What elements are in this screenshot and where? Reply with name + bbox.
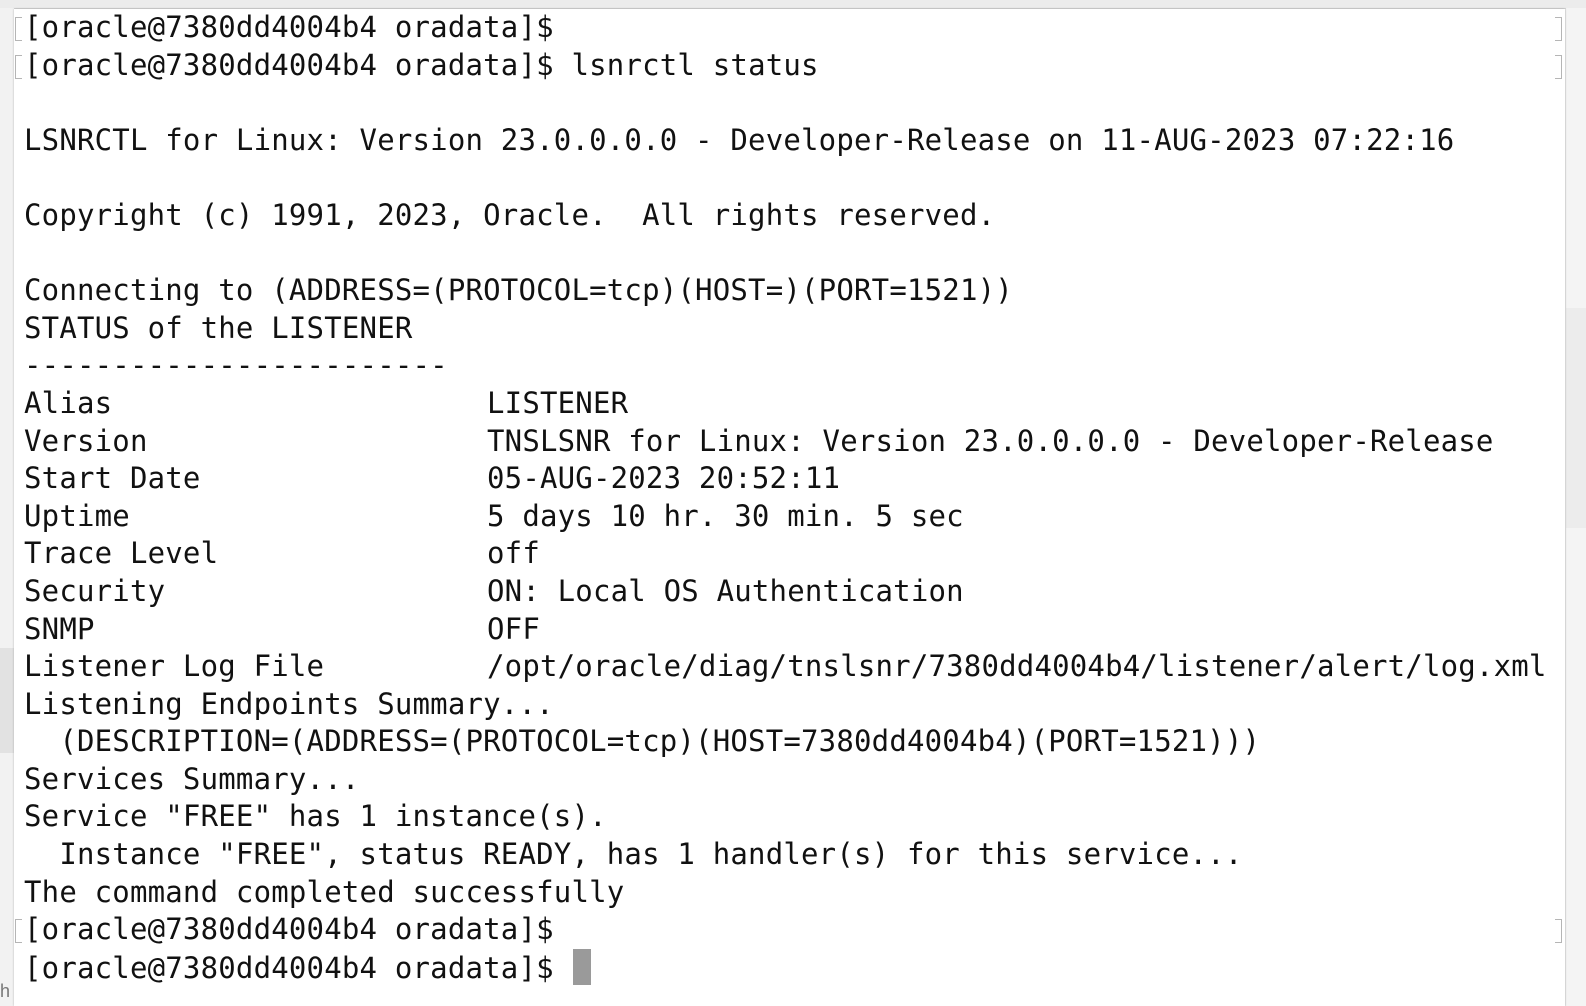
background-stripe: [1566, 308, 1586, 528]
shell-prompt: [oracle@7380dd4004b4 oradata]$: [24, 10, 554, 44]
status-value: OFF: [487, 611, 540, 646]
status-row: Trace Level off: [24, 535, 1547, 573]
status-row: Alias LISTENER: [24, 385, 1547, 423]
typed-command: lsnrctl status: [571, 47, 819, 82]
status-label: Uptime: [24, 498, 130, 533]
status-value: /opt/oracle/diag/tnslsnr/7380dd4004b4/li…: [487, 649, 1547, 684]
status-label: SNMP: [24, 611, 95, 646]
copyright-line: Copyright (c) 1991, 2023, Oracle. All ri…: [24, 197, 996, 232]
window-top-edge: [0, 0, 1586, 9]
status-heading: STATUS of the LISTENER: [24, 310, 413, 345]
status-label: Listener Log File: [24, 649, 325, 684]
prompt-line: [oracle@7380dd4004b4 oradata]$: [24, 911, 1547, 949]
line-mark-left: [15, 919, 22, 943]
shell-prompt: [oracle@7380dd4004b4 oradata]$: [24, 912, 554, 947]
background-text-fragment: h: [0, 981, 11, 1001]
connecting-line: Connecting to (ADDRESS=(PROTOCOL=tcp)(HO…: [24, 273, 1013, 308]
lsnrctl-header-line: LSNRCTL for Linux: Version 23.0.0.0.0 - …: [24, 122, 1455, 157]
line-mark-left: [15, 17, 22, 41]
status-value: 5 days 10 hr. 30 min. 5 sec: [487, 498, 964, 533]
separator-line: ------------------------: [24, 348, 448, 383]
status-row: Security ON: Local OS Authentication: [24, 573, 1547, 611]
status-label: Start Date: [24, 461, 201, 496]
line-mark-right: [1555, 17, 1562, 41]
terminal-output[interactable]: [oracle@7380dd4004b4 oradata]$ [oracle@7…: [24, 9, 1547, 986]
endpoint-line: (DESCRIPTION=(ADDRESS=(PROTOCOL=tcp)(HOS…: [24, 724, 1261, 759]
status-row: SNMP OFF: [24, 611, 1547, 649]
line-mark-left: [15, 55, 22, 79]
status-value: 05-AUG-2023 20:52:11: [487, 461, 841, 496]
command-line: [oracle@7380dd4004b4 oradata]$ lsnrctl s…: [24, 47, 1547, 85]
completion-line: The command completed successfully: [24, 874, 625, 909]
active-prompt-line[interactable]: [oracle@7380dd4004b4 oradata]$: [24, 948, 1547, 987]
background-window-right: [1566, 8, 1586, 1006]
status-label: Version: [24, 423, 148, 458]
status-value: LISTENER: [487, 385, 629, 420]
status-row: Start Date 05-AUG-2023 20:52:11: [24, 460, 1547, 498]
service-line: Service "FREE" has 1 instance(s).: [24, 799, 607, 834]
background-window-left: h: [0, 8, 14, 1006]
shell-prompt: [oracle@7380dd4004b4 oradata]$: [24, 47, 554, 82]
services-heading: Services Summary...: [24, 761, 360, 796]
background-stripe: [0, 648, 14, 753]
status-label: Alias: [24, 385, 113, 420]
line-mark-right: [1555, 55, 1562, 79]
text-cursor: [573, 948, 592, 985]
status-value: TNSLSNR for Linux: Version 23.0.0.0.0 - …: [487, 423, 1494, 458]
status-value: ON: Local OS Authentication: [487, 573, 964, 608]
status-row: Version TNSLSNR for Linux: Version 23.0.0…: [24, 423, 1547, 461]
status-row: Uptime 5 days 10 hr. 30 min. 5 sec: [24, 498, 1547, 536]
line-mark-right: [1555, 919, 1562, 943]
endpoints-heading: Listening Endpoints Summary...: [24, 686, 554, 721]
status-value: off: [487, 536, 540, 571]
status-label: Security: [24, 573, 166, 608]
status-row: Listener Log File/opt/oracle/diag/tnslsn…: [24, 648, 1547, 686]
prompt-line: [oracle@7380dd4004b4 oradata]$: [24, 9, 1547, 47]
status-label: Trace Level: [24, 536, 219, 571]
shell-prompt: [oracle@7380dd4004b4 oradata]$: [24, 950, 554, 985]
terminal-window[interactable]: [oracle@7380dd4004b4 oradata]$ [oracle@7…: [14, 9, 1565, 1006]
instance-line: Instance "FREE", status READY, has 1 han…: [24, 837, 1243, 872]
